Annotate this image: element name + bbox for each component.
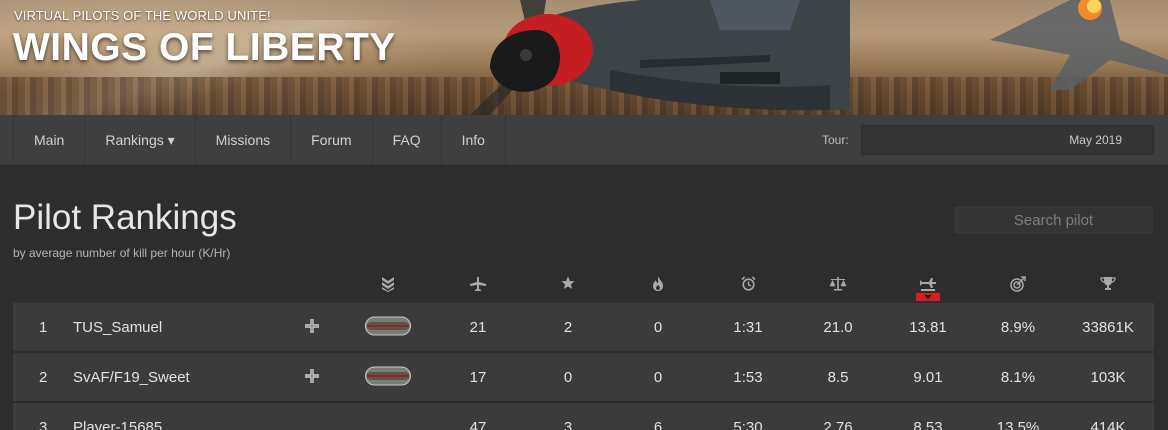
plane-kill-icon[interactable] bbox=[913, 276, 943, 294]
banner-subtitle: VIRTUAL PILOTS OF THE WORLD UNITE! bbox=[14, 8, 271, 23]
banner-title[interactable]: WINGS OF LIBERTY bbox=[13, 26, 396, 70]
page-subtitle: by average number of kill per hour (K/Hr… bbox=[13, 246, 231, 260]
stars-value: 3 bbox=[563, 419, 573, 430]
table-row[interactable]: 1 TUS_Samuel 21 2 0 1:31 21.0 13.81 8.9%… bbox=[13, 303, 1154, 351]
time-value: 5:30 bbox=[733, 419, 763, 430]
kills-value: 17 bbox=[469, 369, 487, 386]
score-value: 103K bbox=[1090, 369, 1126, 386]
score-value: 33861K bbox=[1082, 319, 1134, 336]
nav-item-faq[interactable]: FAQ bbox=[373, 115, 442, 165]
time-value: 1:53 bbox=[733, 369, 763, 386]
main-navigation: Main Rankings ▾ Missions Forum FAQ Info … bbox=[0, 115, 1168, 165]
pilot-name-link[interactable]: TUS_Samuel bbox=[73, 303, 162, 351]
accuracy-value: 8.9% bbox=[1000, 319, 1036, 336]
table-row[interactable]: 2 SvAF/F19_Sweet 17 0 0 1:53 8.5 9.01 8.… bbox=[13, 353, 1154, 401]
squad-icon[interactable] bbox=[305, 319, 319, 337]
accuracy-value: 8.1% bbox=[1000, 369, 1036, 386]
fires-value: 0 bbox=[653, 319, 663, 336]
khr-value: 9.01 bbox=[913, 369, 943, 386]
rank-chevrons-icon[interactable] bbox=[373, 276, 403, 294]
tour-label: Tour: bbox=[822, 133, 849, 147]
accuracy-value: 13.5% bbox=[996, 419, 1040, 430]
ratio-value: 2.76 bbox=[823, 419, 853, 430]
pilot-name-link[interactable]: SvAF/F19_Sweet bbox=[73, 353, 190, 401]
star-icon[interactable] bbox=[553, 276, 583, 294]
alarm-clock-icon[interactable] bbox=[733, 276, 763, 294]
rank-badge-icon bbox=[365, 366, 411, 390]
target-icon[interactable] bbox=[1003, 276, 1033, 294]
nav-items: Main Rankings ▾ Missions Forum FAQ Info bbox=[13, 115, 506, 165]
khr-value: 13.81 bbox=[909, 319, 947, 336]
nav-item-missions[interactable]: Missions bbox=[196, 115, 292, 165]
nav-item-rankings[interactable]: Rankings ▾ bbox=[85, 115, 196, 165]
pilot-rank: 3 bbox=[39, 419, 48, 430]
kills-value: 21 bbox=[469, 319, 487, 336]
nav-item-info[interactable]: Info bbox=[442, 115, 506, 165]
stars-value: 0 bbox=[563, 369, 573, 386]
score-value: 414K bbox=[1090, 419, 1126, 430]
ratio-value: 8.5 bbox=[827, 369, 849, 386]
sort-indicator bbox=[916, 293, 940, 301]
table-row[interactable]: 3 Player-15685 47 3 6 5:30 2.76 8.53 13.… bbox=[13, 403, 1154, 430]
kills-value: 47 bbox=[469, 419, 487, 430]
squad-icon[interactable] bbox=[305, 369, 319, 387]
khr-value: 8.53 bbox=[913, 419, 943, 430]
nav-item-forum[interactable]: Forum bbox=[291, 115, 373, 165]
stars-value: 2 bbox=[563, 319, 573, 336]
airplane-icon[interactable] bbox=[463, 276, 493, 294]
search-pilot-input[interactable] bbox=[953, 205, 1154, 235]
pilot-rank: 1 bbox=[39, 319, 48, 336]
fires-value: 6 bbox=[653, 419, 663, 430]
ratio-value: 21.0 bbox=[823, 319, 853, 336]
flame-icon[interactable] bbox=[643, 276, 673, 294]
time-value: 1:31 bbox=[733, 319, 763, 336]
site-banner: VIRTUAL PILOTS OF THE WORLD UNITE! WINGS… bbox=[0, 0, 1168, 115]
pilot-name-link[interactable]: Player-15685 bbox=[73, 403, 162, 430]
nav-item-main[interactable]: Main bbox=[14, 115, 86, 165]
rank-badge-icon bbox=[365, 316, 411, 340]
banner-aircraft-illustration bbox=[470, 0, 1168, 115]
trophy-icon[interactable] bbox=[1093, 276, 1123, 294]
page-title: Pilot Rankings bbox=[13, 198, 237, 237]
pilot-rank: 2 bbox=[39, 369, 48, 386]
fires-value: 0 bbox=[653, 369, 663, 386]
scales-icon[interactable] bbox=[823, 276, 853, 294]
tour-select[interactable]: May 2019 bbox=[861, 125, 1154, 155]
